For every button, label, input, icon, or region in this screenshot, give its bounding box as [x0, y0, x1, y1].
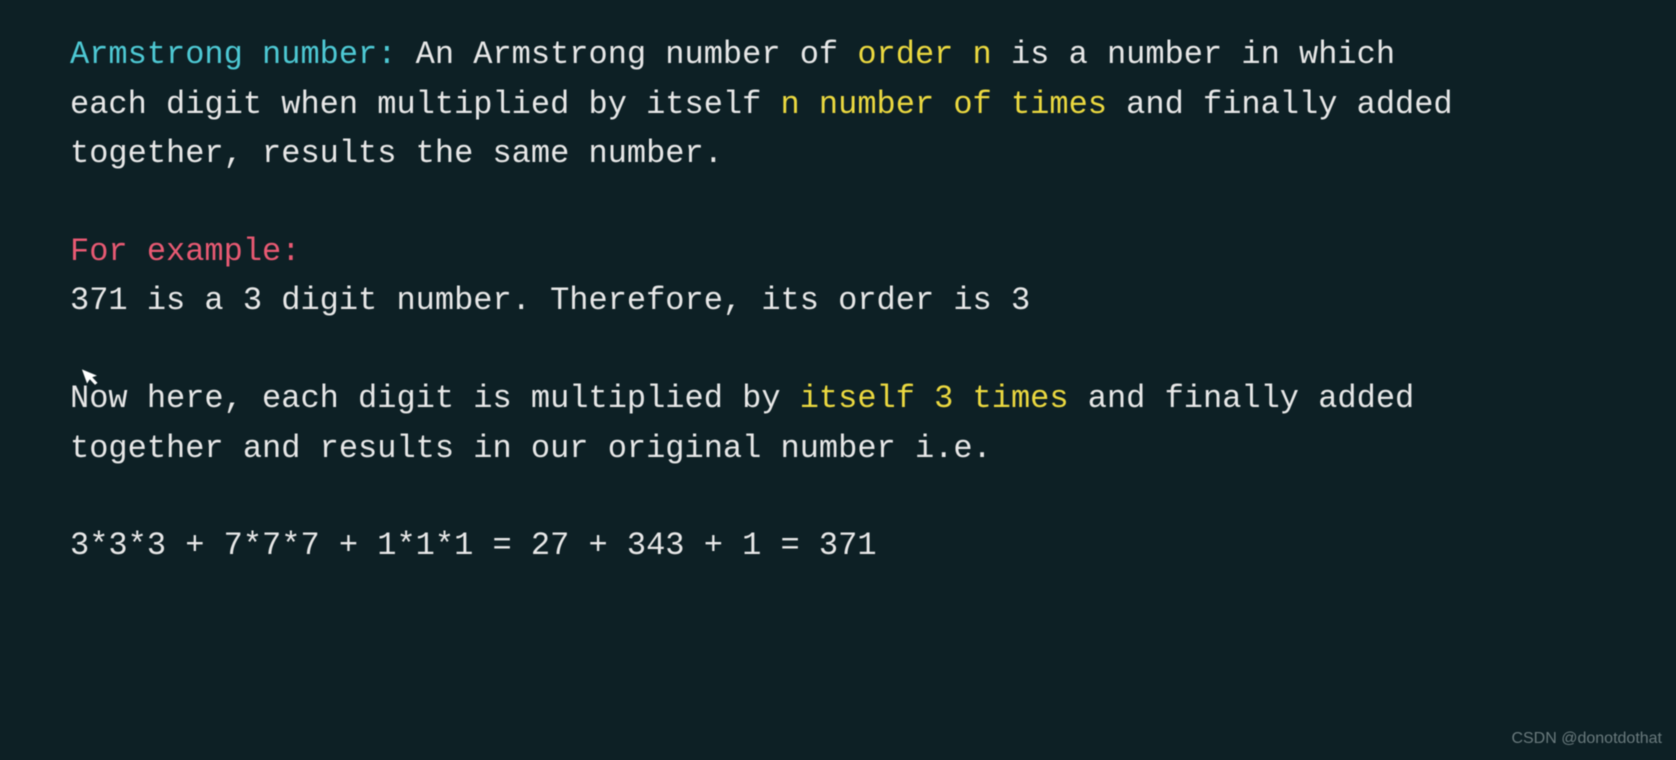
highlight-n-times: n number of times — [781, 86, 1107, 123]
definition-paragraph: Armstrong number: An Armstrong number of… — [70, 30, 1470, 179]
explanation-paragraph: Now here, each digit is multiplied by it… — [70, 374, 1470, 473]
watermark-text: CSDN @donotdothat — [1511, 727, 1662, 752]
equation-line: 3*3*3 + 7*7*7 + 1*1*1 = 27 + 343 + 1 = 3… — [70, 521, 1470, 571]
example-title: For example: — [70, 233, 300, 270]
highlight-order-n: order n — [857, 36, 991, 73]
example-paragraph: For example: 371 is a 3 digit number. Th… — [70, 227, 1470, 326]
definition-text-1: An Armstrong number of — [396, 36, 857, 73]
explanation-text-1: Now here, each digit is multiplied by — [70, 380, 800, 417]
highlight-itself-3-times: itself 3 times — [800, 380, 1069, 417]
example-text: 371 is a 3 digit number. Therefore, its … — [70, 282, 1030, 319]
term-title: Armstrong number: — [70, 36, 396, 73]
document-content: Armstrong number: An Armstrong number of… — [70, 30, 1470, 571]
